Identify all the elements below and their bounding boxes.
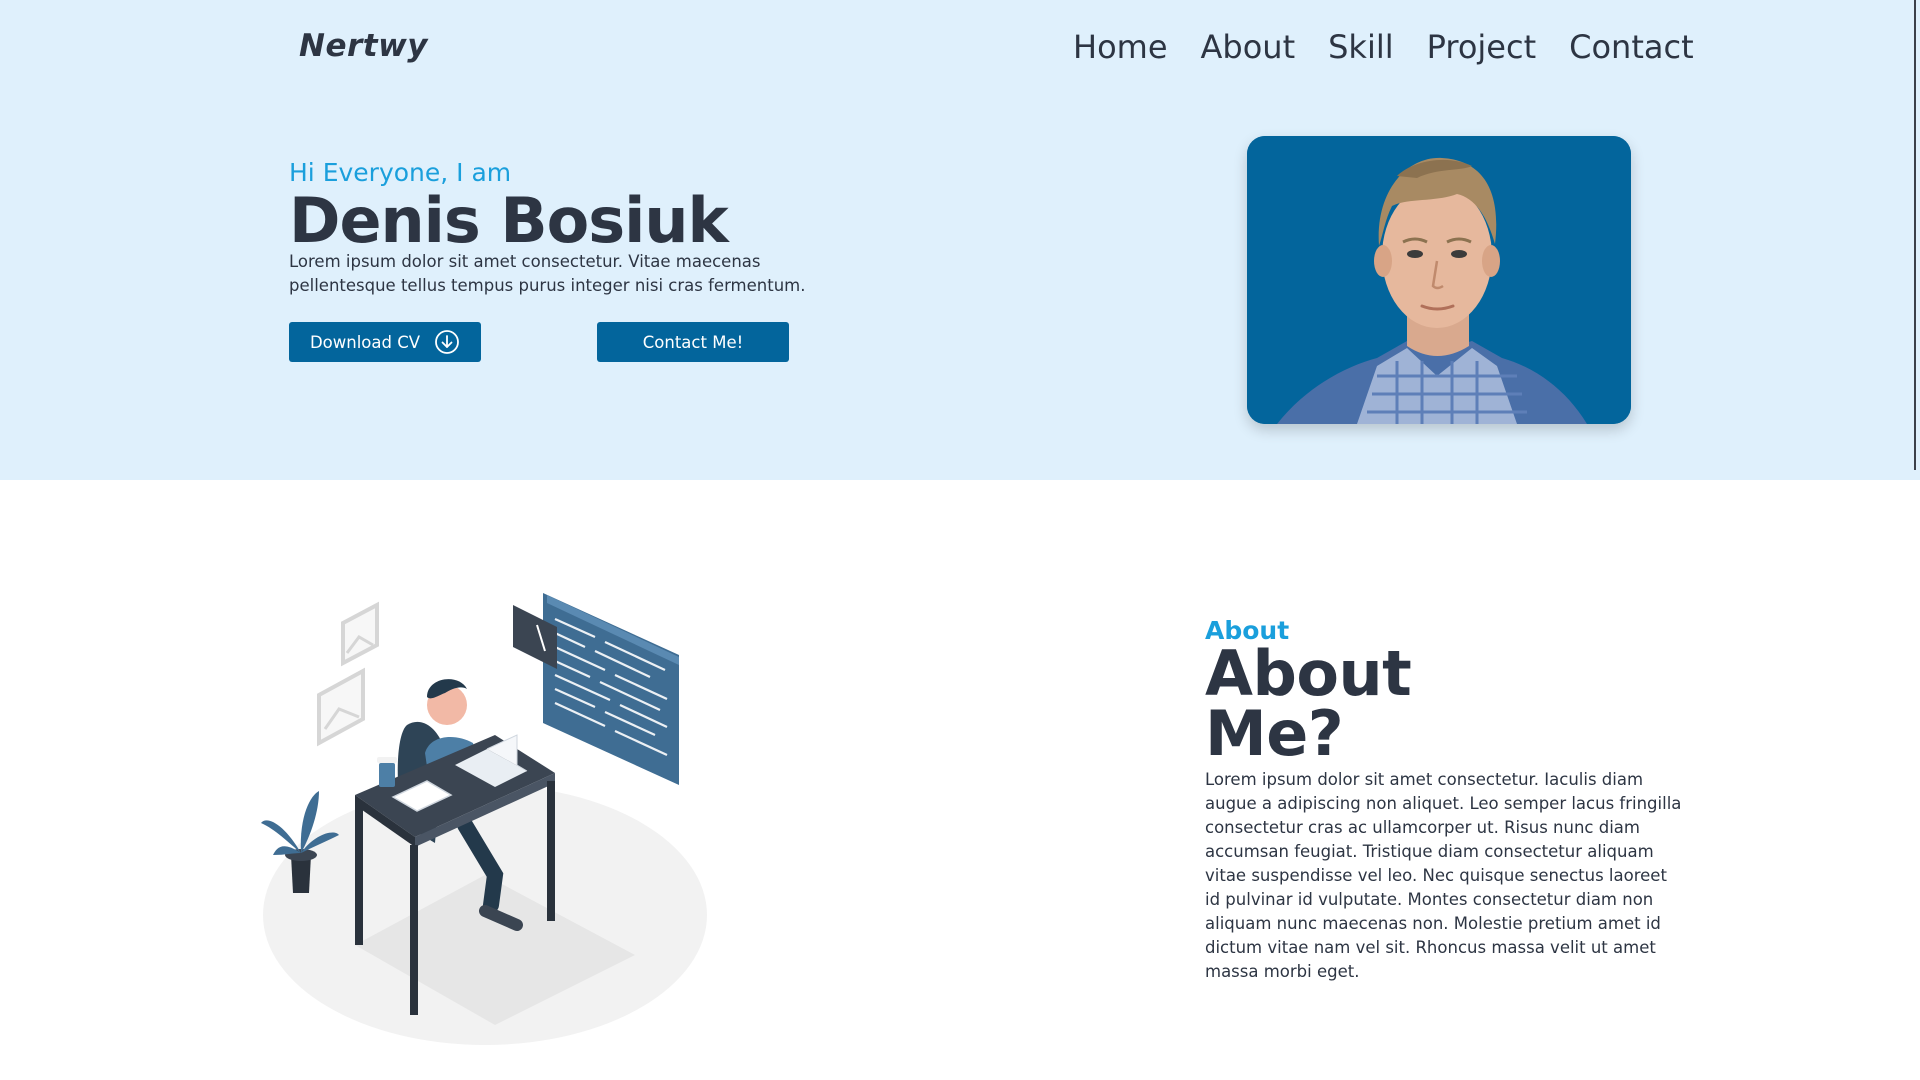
about-text: Lorem ipsum dolor sit amet consectetur. … bbox=[1205, 770, 1682, 981]
download-cv-button[interactable]: Download CV bbox=[289, 322, 481, 362]
profile-photo bbox=[1247, 136, 1631, 424]
download-cv-label: Download CV bbox=[309, 332, 421, 352]
nav-about-link[interactable]: About bbox=[1201, 26, 1296, 68]
about-title: About Me? bbox=[1205, 637, 1412, 770]
hero-section bbox=[0, 0, 1920, 480]
download-circle-icon bbox=[435, 330, 459, 354]
portrait-image bbox=[1247, 136, 1631, 424]
contact-me-button[interactable]: Contact Me! bbox=[597, 322, 789, 362]
nav-skill-link[interactable]: Skill bbox=[1328, 26, 1394, 68]
hero-description: Lorem ipsum dolor sit amet consectetur. … bbox=[289, 252, 806, 295]
nav-project-link[interactable]: Project bbox=[1427, 26, 1536, 68]
nav-home-link[interactable]: Home bbox=[1073, 26, 1168, 68]
nav-contact-link[interactable]: Contact bbox=[1569, 26, 1694, 68]
hero-name: Denis Bosiuk bbox=[289, 184, 729, 257]
scrollbar[interactable] bbox=[1914, 0, 1916, 470]
developer-illustration bbox=[261, 593, 707, 1045]
site-logo[interactable]: Nertwy bbox=[299, 28, 428, 64]
main-nav: Home About Skill Project Contact bbox=[1073, 26, 1694, 68]
